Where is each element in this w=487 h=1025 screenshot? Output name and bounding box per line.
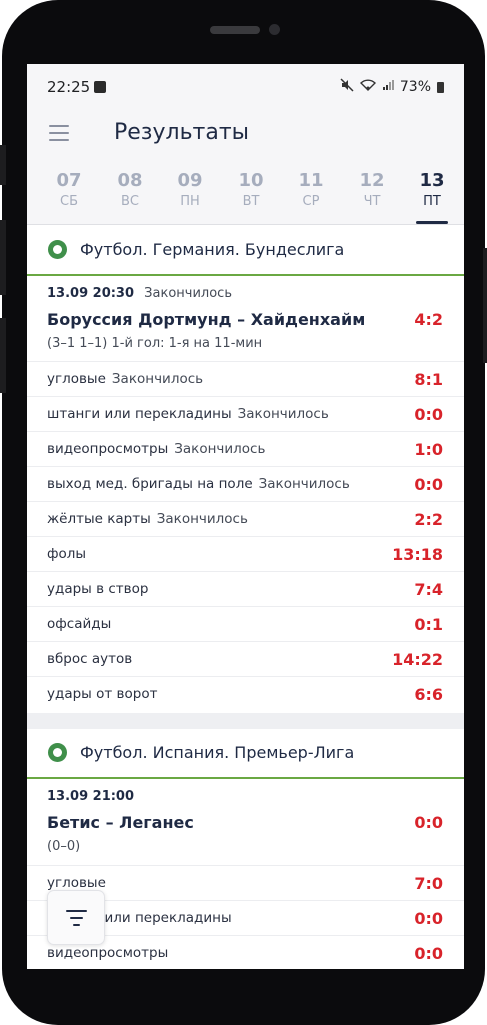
phone-frame: 22:25 73% Результаты 07 СБ 08 ВС 09 ПН 1… xyxy=(0,0,487,1025)
stat-status: Закончилось xyxy=(258,476,350,492)
stat-value: 1:0 xyxy=(414,440,443,459)
menu-icon xyxy=(49,125,69,127)
filter-button[interactable] xyxy=(47,890,105,945)
speaker xyxy=(210,26,260,34)
side-button xyxy=(483,248,487,363)
stat-label: угловые xyxy=(47,371,106,387)
match-card[interactable]: 13.09 21:00 Бетис – Леганес 0:0 (0–0) xyxy=(27,779,464,865)
gallery-icon xyxy=(94,81,106,93)
status-time: 22:25 xyxy=(47,78,91,96)
selected-date-indicator xyxy=(416,221,448,224)
match-detail: (3–1 1–1) 1-й гол: 1-я на 11-мин xyxy=(47,336,263,351)
stat-row[interactable]: жёлтые карты Закончилось 2:2 xyxy=(27,501,464,537)
side-button xyxy=(0,145,6,185)
league-name: Футбол. Германия. Бундеслига xyxy=(80,240,345,259)
date-tab[interactable]: 12 ЧТ xyxy=(342,170,402,209)
stat-value: 7:4 xyxy=(414,580,443,599)
stat-label: удары в створ xyxy=(47,581,149,597)
league-header[interactable]: Футбол. Германия. Бундеслига xyxy=(27,226,464,276)
app-screen: 22:25 73% Результаты 07 СБ 08 ВС 09 ПН 1… xyxy=(27,64,464,969)
stat-value: 6:6 xyxy=(414,685,443,704)
match-meta: 13.09 20:30 Закончилось xyxy=(47,286,232,301)
stat-label: угловые xyxy=(47,875,106,891)
menu-button[interactable] xyxy=(49,122,71,144)
stat-value: 14:22 xyxy=(392,650,443,669)
section-gap xyxy=(27,713,464,729)
stat-value: 2:2 xyxy=(414,510,443,529)
league-name: Футбол. Испания. Премьер-Лига xyxy=(80,743,355,762)
wifi-icon xyxy=(359,79,376,95)
match-detail: (0–0) xyxy=(47,839,81,854)
match-meta: 13.09 21:00 xyxy=(47,789,134,804)
app-header: 22:25 73% Результаты 07 СБ 08 ВС 09 ПН 1… xyxy=(27,64,464,225)
mute-icon xyxy=(340,78,354,96)
page-title: Результаты xyxy=(114,120,250,145)
match-score: 0:0 xyxy=(414,813,443,832)
match-teams: Бетис – Леганес xyxy=(47,813,194,832)
football-icon xyxy=(48,743,67,762)
date-tab-selected[interactable]: 13 ПТ xyxy=(402,170,462,209)
front-camera xyxy=(269,24,280,35)
stat-label: жёлтые карты xyxy=(47,511,151,527)
stat-row[interactable]: угловые Закончилось 8:1 xyxy=(27,361,464,397)
stat-value: 0:1 xyxy=(414,615,443,634)
match-teams: Боруссия Дортмунд – Хайденхайм xyxy=(47,310,366,329)
date-tab[interactable]: 11 СР xyxy=(281,170,341,209)
stat-value: 0:0 xyxy=(414,405,443,424)
match-datetime: 13.09 20:30 xyxy=(47,286,135,301)
stat-row[interactable]: выход мед. бригады на поле Закончилось 0:0 xyxy=(27,466,464,502)
status-icons: 73% xyxy=(340,78,444,96)
battery-text: 73% xyxy=(399,79,431,95)
match-card[interactable]: 13.09 20:30 Закончилось Боруссия Дортмун… xyxy=(27,276,464,361)
football-icon xyxy=(48,240,67,259)
stat-status: Закончилось xyxy=(156,511,248,527)
match-status: Закончилось xyxy=(144,286,232,301)
stat-value: 7:0 xyxy=(414,874,443,893)
stat-label: выход мед. бригады на поле xyxy=(47,476,253,492)
stat-row[interactable]: удары в створ 7:4 xyxy=(27,571,464,607)
stat-row[interactable]: штанги или перекладины Закончилось 0:0 xyxy=(27,396,464,432)
stat-value: 0:0 xyxy=(414,909,443,928)
status-bar: 22:25 73% xyxy=(27,64,464,110)
date-tab[interactable]: 09 ПН xyxy=(160,170,220,209)
side-button xyxy=(0,220,6,295)
stat-status: Закончилось xyxy=(174,441,266,457)
date-tab[interactable]: 07 СБ xyxy=(39,170,99,209)
stat-row[interactable]: фолы 13:18 xyxy=(27,536,464,572)
stat-label: фолы xyxy=(47,546,87,562)
filter-icon xyxy=(66,910,87,912)
stat-value: 0:0 xyxy=(414,475,443,494)
stat-label: удары от ворот xyxy=(47,686,158,702)
stat-value: 13:18 xyxy=(392,545,443,564)
stat-row[interactable]: удары от ворот 6:6 xyxy=(27,676,464,714)
match-datetime: 13.09 21:00 xyxy=(47,789,135,804)
stat-label: вброс аутов xyxy=(47,651,133,667)
signal-icon xyxy=(382,79,394,95)
stat-value: 8:1 xyxy=(414,370,443,389)
side-button xyxy=(0,318,6,393)
stat-row[interactable]: видеопросмотры Закончилось 1:0 xyxy=(27,431,464,467)
match-score: 4:2 xyxy=(414,310,443,329)
stat-label: видеопросмотры xyxy=(47,441,169,457)
stat-value: 0:0 xyxy=(414,944,443,963)
stat-label: офсайды xyxy=(47,616,112,632)
stat-row[interactable]: вброс аутов 14:22 xyxy=(27,641,464,677)
date-tab[interactable]: 10 ВТ xyxy=(221,170,281,209)
battery-icon xyxy=(437,81,444,93)
stat-row[interactable]: офсайды 0:1 xyxy=(27,606,464,642)
stat-label: штанги или перекладины xyxy=(47,406,232,422)
stat-status: Закончилось xyxy=(237,406,329,422)
date-tab[interactable]: 08 ВС xyxy=(100,170,160,209)
league-header[interactable]: Футбол. Испания. Премьер-Лига xyxy=(27,729,464,779)
date-selector: 07 СБ 08 ВС 09 ПН 10 ВТ 11 СР 12 ЧТ 13 ПТ xyxy=(27,170,464,224)
stat-status: Закончилось xyxy=(111,371,204,387)
stat-label: видеопросмотры xyxy=(47,945,169,961)
